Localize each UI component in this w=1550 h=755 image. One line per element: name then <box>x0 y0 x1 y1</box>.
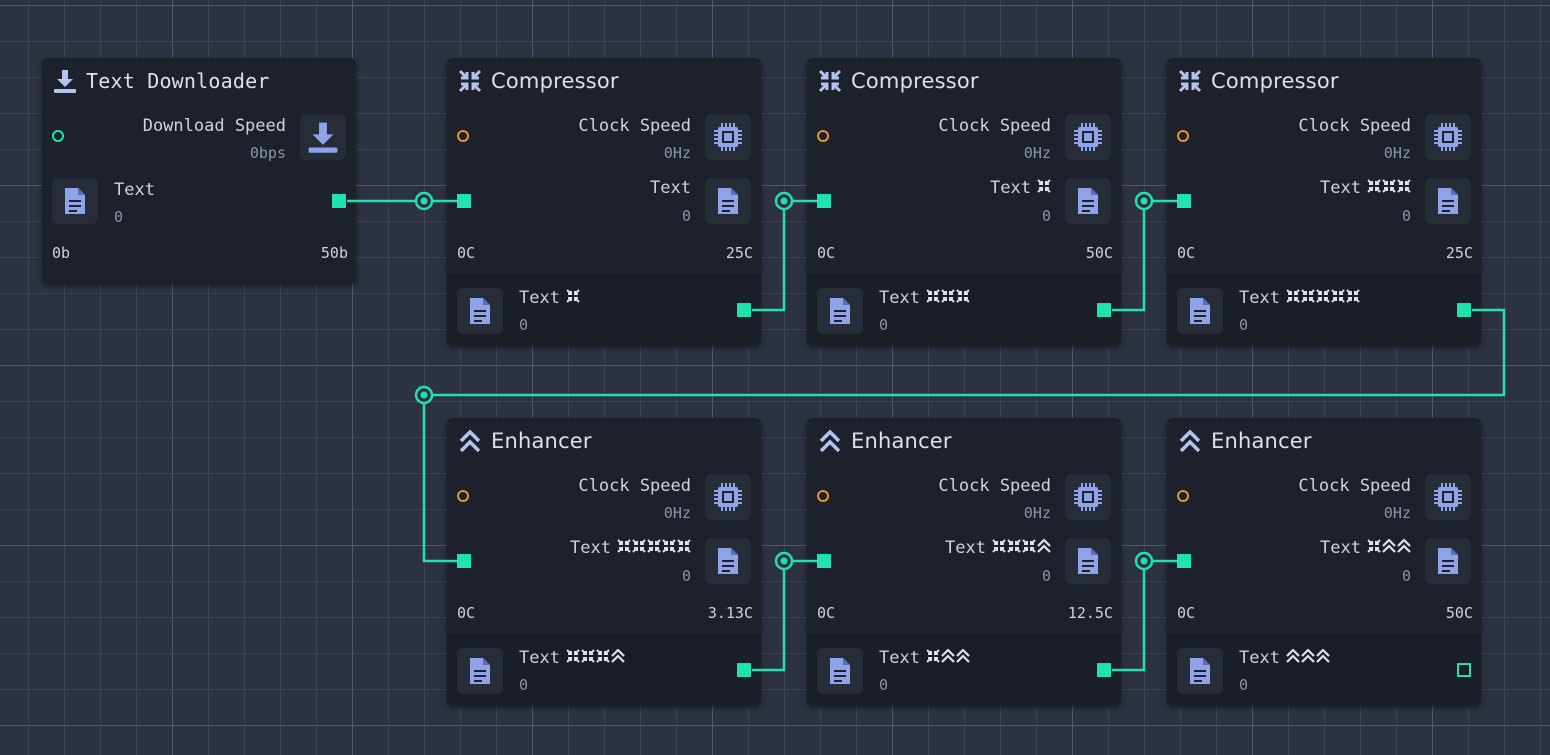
wire-enhancer-2-to-enhancer-3[interactable] <box>1112 559 1184 672</box>
wire-compressor-1-to-compressor-2[interactable] <box>752 199 824 312</box>
wire-compressor-3-to-enhancer-1[interactable] <box>422 308 1506 563</box>
wire-enhancer-1-to-enhancer-2[interactable] <box>752 559 824 672</box>
wire-compressor-2-to-compressor-3[interactable] <box>1112 199 1184 312</box>
connection-wires <box>347 191 1506 672</box>
